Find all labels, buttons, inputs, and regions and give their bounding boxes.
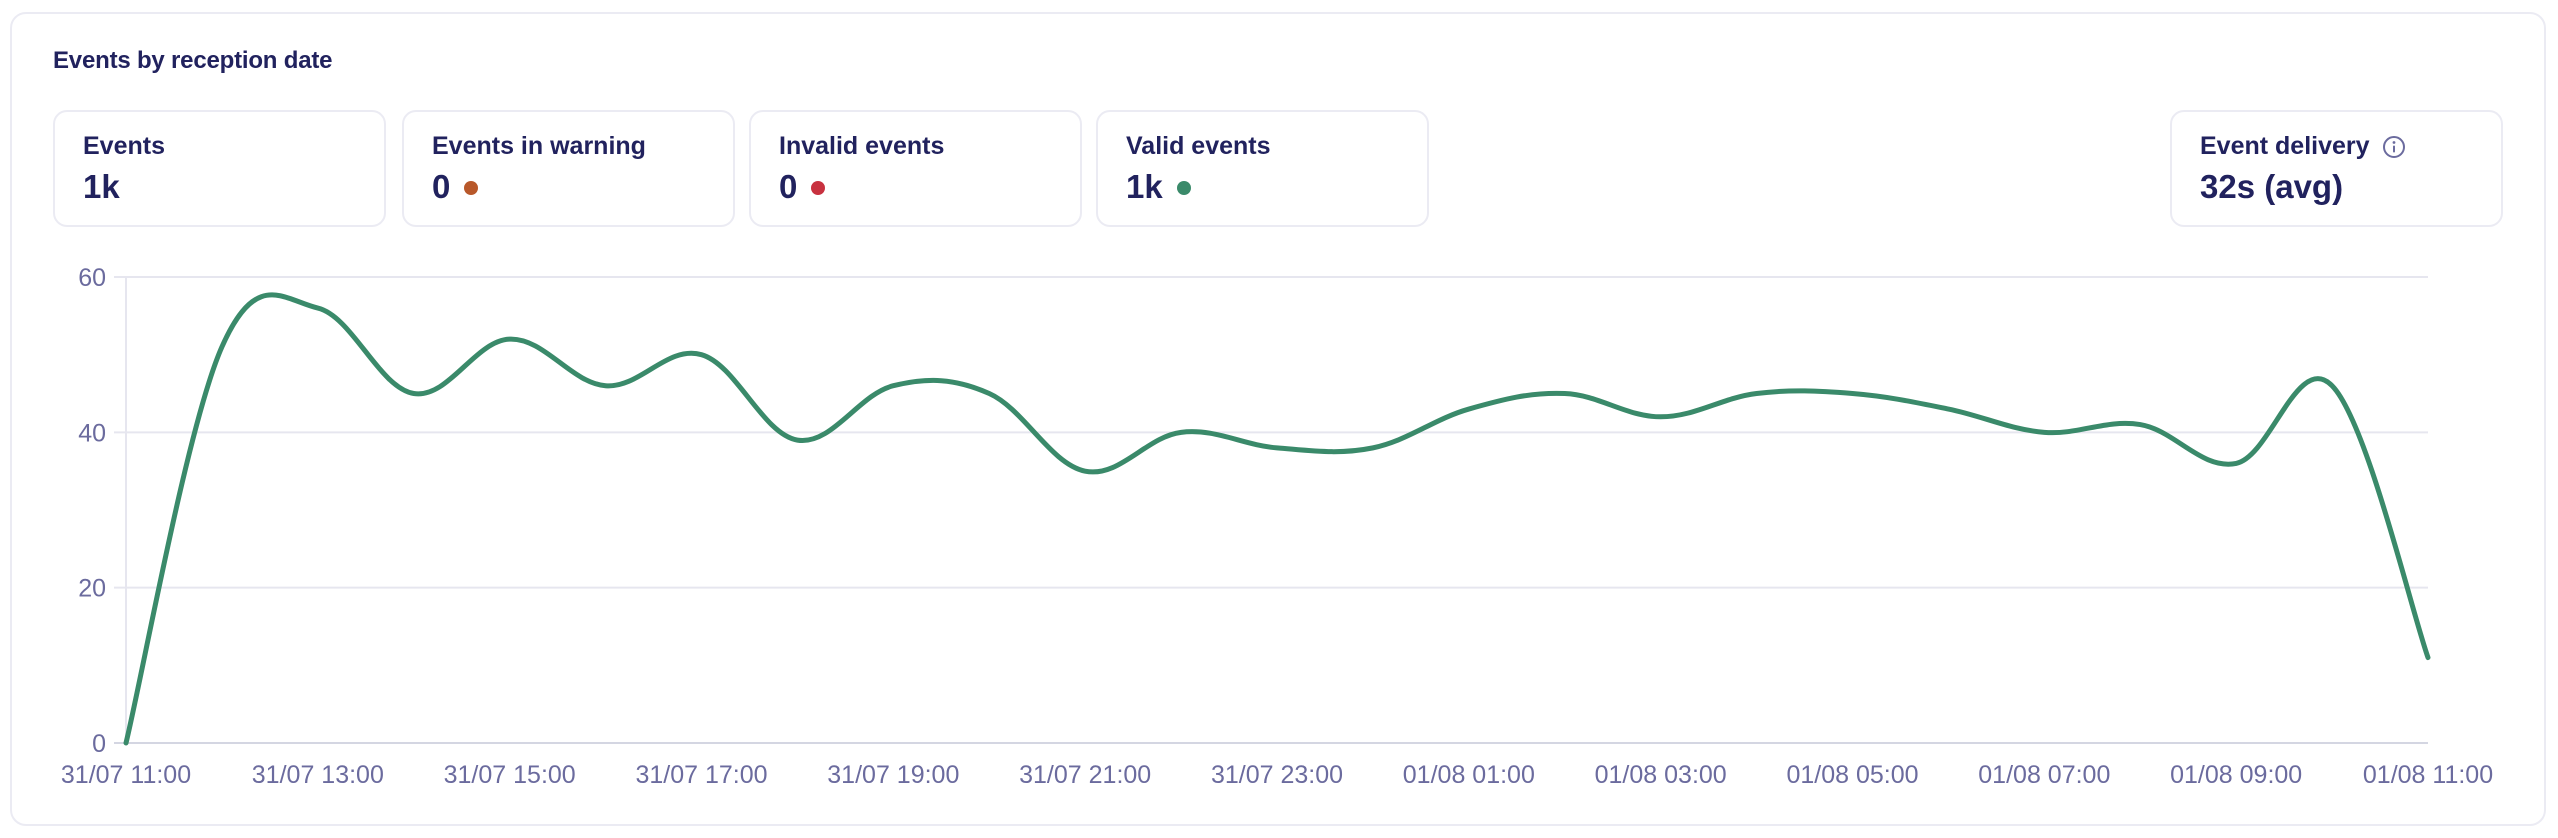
grid-lines — [114, 276, 2428, 744]
x-tick-label: 31/07 19:00 — [827, 761, 959, 789]
series-line-events — [123, 292, 2431, 746]
x-tick-label: 01/08 07:00 — [1978, 761, 2110, 789]
series-layer — [123, 292, 2431, 746]
x-tick-label: 01/08 05:00 — [1786, 761, 1918, 789]
y-tick-label: 40 — [78, 419, 106, 447]
y-tick-label: 0 — [92, 730, 106, 758]
x-tick-label: 31/07 11:00 — [61, 761, 191, 789]
x-axis-ticks: 31/07 11:00 31/07 13:00 31/07 15:00 31/07 1… — [61, 761, 2493, 789]
x-tick-label: 01/08 01:00 — [1403, 761, 1535, 789]
y-tick-label: 60 — [78, 264, 106, 292]
x-tick-label: 31/07 21:00 — [1019, 761, 1151, 789]
x-tick-label: 31/07 13:00 — [252, 761, 384, 789]
x-tick-label: 01/08 03:00 — [1595, 761, 1727, 789]
x-tick-label: 01/08 11:00 — [2363, 761, 2493, 789]
x-tick-label: 31/07 23:00 — [1211, 761, 1343, 789]
x-tick-label: 31/07 15:00 — [444, 761, 576, 789]
y-axis-ticks: 0 20 40 60 — [78, 264, 106, 758]
x-tick-label: 31/07 17:00 — [635, 761, 767, 789]
y-tick-label: 20 — [78, 575, 106, 603]
events-line-chart: 0 20 40 60 31/07 11:00 31/07 13:00 31/07 15:0… — [61, 264, 2493, 789]
x-tick-label: 01/08 09:00 — [2170, 761, 2302, 789]
